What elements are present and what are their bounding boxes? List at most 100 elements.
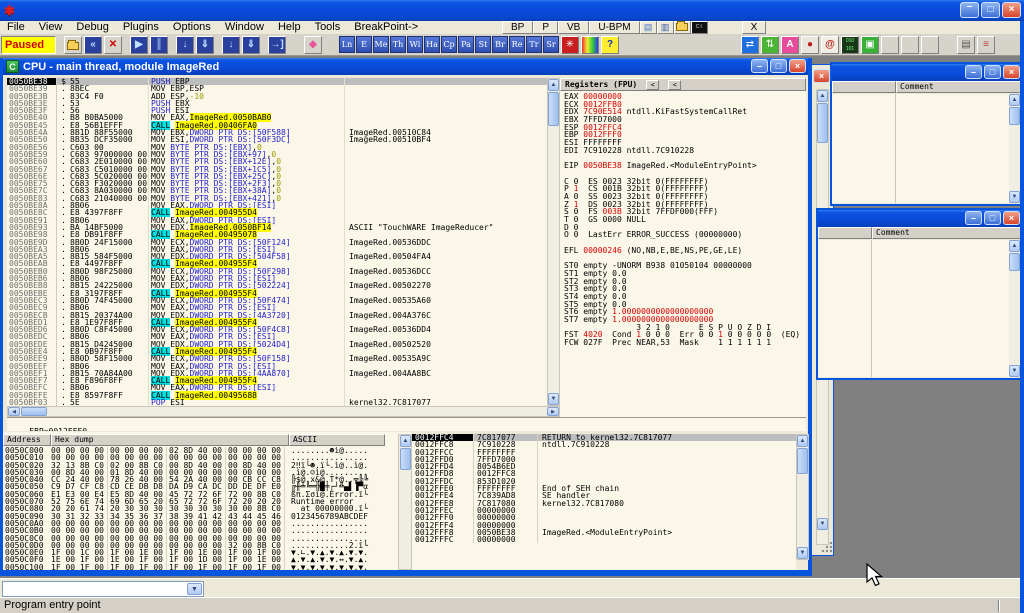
console-icon[interactable]: C:\ (691, 21, 708, 34)
comment-window-1-header[interactable]: Comment (832, 81, 1022, 94)
blank-button-2[interactable] (901, 36, 919, 54)
maximize-button[interactable]: □ (981, 2, 1000, 18)
dump-pane[interactable]: 0050C00000 00 00 0000 00 00 0002 8D 40 0… (3, 447, 398, 570)
chevron-left-icon[interactable]: < (646, 80, 659, 90)
analyze-a-icon[interactable]: A (781, 36, 799, 54)
scroll-thumb[interactable] (21, 407, 47, 416)
plugin-button-bp[interactable]: BP (502, 21, 533, 34)
scroll-down-icon[interactable]: ▼ (1009, 365, 1020, 377)
stack-row[interactable]: 0012FFF80050BE38ImageRed.<ModuleEntryPoi… (412, 529, 796, 536)
toolbar-button-st[interactable]: St (475, 36, 491, 53)
menu-item-window[interactable]: Window (218, 21, 271, 34)
open-file-icon[interactable] (64, 36, 82, 54)
scroll-thumb[interactable] (548, 92, 559, 126)
register-line[interactable]: EDI 7C910228 ntdll.7C910228 (564, 147, 806, 155)
stack-vscrollbar[interactable]: ▲ ▼ (796, 434, 809, 560)
toolbar-button-th[interactable]: Th (390, 36, 406, 53)
cpu-minimize-button[interactable]: – (751, 59, 768, 73)
chevron-left-icon[interactable]: < (668, 80, 681, 90)
close-button[interactable]: × (1003, 65, 1020, 79)
dump-row[interactable]: 0050C1001F 00 1F 001F 00 1F 001F 00 1F 0… (3, 564, 398, 570)
scroll-thumb[interactable] (1009, 107, 1020, 125)
maximize-button[interactable]: □ (984, 65, 1001, 79)
comment-window-2-header[interactable]: Comment (818, 227, 1022, 240)
menu-item-breakpoint[interactable]: BreakPoint-> (347, 21, 425, 34)
resize-grip[interactable] (820, 542, 832, 554)
options-gear-icon[interactable]: ✳ (561, 36, 579, 54)
register-line[interactable]: FCW 027F Prec NEAR,53 Mask 1 1 1 1 1 1 (564, 339, 806, 347)
stack-row[interactable]: 0012FFF000000000 (412, 514, 796, 521)
toolbar-button-tr[interactable]: Tr (526, 36, 542, 53)
menu-item-view[interactable]: View (32, 21, 70, 34)
scroll-down-icon[interactable]: ▼ (548, 393, 559, 405)
toolbar-button-ha[interactable]: Ha (424, 36, 440, 53)
pause-icon[interactable]: ║ (150, 36, 168, 54)
comment-window-2-titlebar[interactable]: – □ × (818, 210, 1022, 227)
minimize-button[interactable]: – (965, 211, 982, 225)
info-pane[interactable]: EBP=0012FFF0 (7, 417, 806, 431)
scroll-thumb[interactable] (797, 448, 808, 474)
menu-item-tools[interactable]: Tools (308, 21, 348, 34)
folder-icon[interactable] (674, 21, 691, 34)
close-button[interactable]: × (1003, 211, 1020, 225)
stack-row[interactable]: 0012FFC87C910228ntdll.7C910228 (412, 441, 796, 448)
run-icon[interactable]: ▶ (130, 36, 148, 54)
appearance-icon[interactable] (581, 36, 599, 54)
plugin-button-vb[interactable]: VB (558, 21, 589, 34)
disasm-row[interactable]: 0050BE3E.53PUSH EBX (7, 100, 547, 107)
scroll-up-icon[interactable]: ▲ (797, 435, 808, 447)
disasm-row[interactable]: 0050BF03.5EPOP ESIkernel32.7C817077 (7, 399, 547, 406)
scroll-up-icon[interactable]: ▲ (1009, 240, 1020, 252)
close-process-icon[interactable]: ✕ (104, 36, 122, 54)
stack-row[interactable]: 0012FFD07FFD7000 (412, 456, 796, 463)
blank-button-3[interactable] (921, 36, 939, 54)
step-into-icon[interactable]: ↓ (176, 36, 194, 54)
list-icon[interactable]: ▤ (957, 36, 975, 54)
scroll-down-icon[interactable]: ▼ (797, 547, 808, 559)
register-line[interactable]: EIP 0050BE38 ImageRed.<ModuleEntryPoint> (564, 162, 806, 170)
scroll-left-icon[interactable]: ◀ (8, 407, 20, 416)
column-comment[interactable]: Comment (896, 81, 1022, 93)
comment-window-1-list[interactable]: ▲ ▼ (832, 94, 1022, 203)
registers-pane[interactable]: EAX 00000000ECX 0012FFB0EDX 7C90E514 ntd… (560, 91, 806, 430)
animate-over-icon[interactable]: ⇓ (242, 36, 260, 54)
comment-window-2-list[interactable]: ▲ ▼ (818, 240, 1022, 377)
disasm-row[interactable]: 0050BE3B.83C4 F0ADD ESP,-10 (7, 93, 547, 100)
registers-header[interactable]: Registers (FPU) < < (560, 78, 806, 91)
stack-row[interactable]: 0012FFD48054B6ED (412, 463, 796, 470)
cpu-restore-button[interactable]: □ (770, 59, 787, 73)
disassembly-vscrollbar[interactable]: ▲ ▼ (547, 78, 560, 406)
close-button[interactable]: × (1002, 2, 1021, 18)
menu-item-options[interactable]: Options (166, 21, 218, 34)
command-combobox[interactable]: ▼ (2, 581, 204, 597)
plugin-button-u-bpm[interactable]: U-BPM (589, 21, 639, 34)
stack-row[interactable]: 0012FFE87C817080kernel32.7C817080 (412, 500, 796, 507)
dump-header-ascii[interactable]: ASCII (289, 434, 385, 446)
minimize-button[interactable]: – (960, 2, 979, 18)
scroll-thumb[interactable] (400, 448, 411, 470)
toolbar-button-re[interactable]: Re (509, 36, 525, 53)
animate-into-icon[interactable]: ↓ (222, 36, 240, 54)
toolbar-button-cp[interactable]: Cp (441, 36, 457, 53)
go-to-address-icon[interactable]: ◆ (304, 36, 322, 54)
scroll-up-icon[interactable]: ▲ (817, 90, 828, 102)
scroll-up-icon[interactable]: ▲ (548, 79, 559, 91)
plugin-close-button[interactable]: X (742, 21, 766, 34)
cpu-titlebar[interactable]: C CPU - main thread, module ImageRed – □… (3, 58, 808, 75)
stack-row[interactable]: 0012FFEC00000000 (412, 507, 796, 514)
help-icon[interactable]: ? (601, 36, 619, 54)
toolbar-button-ln[interactable]: Ln (339, 36, 355, 53)
menu-item-help[interactable]: Help (271, 21, 308, 34)
toolbar-button-pa[interactable]: Pa (458, 36, 474, 53)
scroll-thumb[interactable] (817, 103, 828, 143)
register-line[interactable]: EFL 00000246 (NO,NB,E,BE,NS,PE,GE,LE) (564, 247, 806, 255)
register-line[interactable]: O 0 LastErr ERROR_SUCCESS (00000000) (564, 231, 806, 239)
record-icon[interactable]: ● (801, 36, 819, 54)
toolbar-button-e[interactable]: E (356, 36, 372, 53)
disasm-row[interactable]: 0050BEFE.E8 8597F8FFCALL ImageRed.004956… (7, 392, 547, 399)
stack-row[interactable]: 0012FFE0FFFFFFFFEnd of SEH chain (412, 485, 796, 492)
stack-pane[interactable]: 0012FFC47C817077RETURN to kernel32.7C817… (412, 434, 796, 570)
scroll-down-icon[interactable]: ▼ (1009, 191, 1020, 203)
spiral-icon[interactable]: @ (821, 36, 839, 54)
binary-icon[interactable]: 010101 (841, 36, 859, 54)
